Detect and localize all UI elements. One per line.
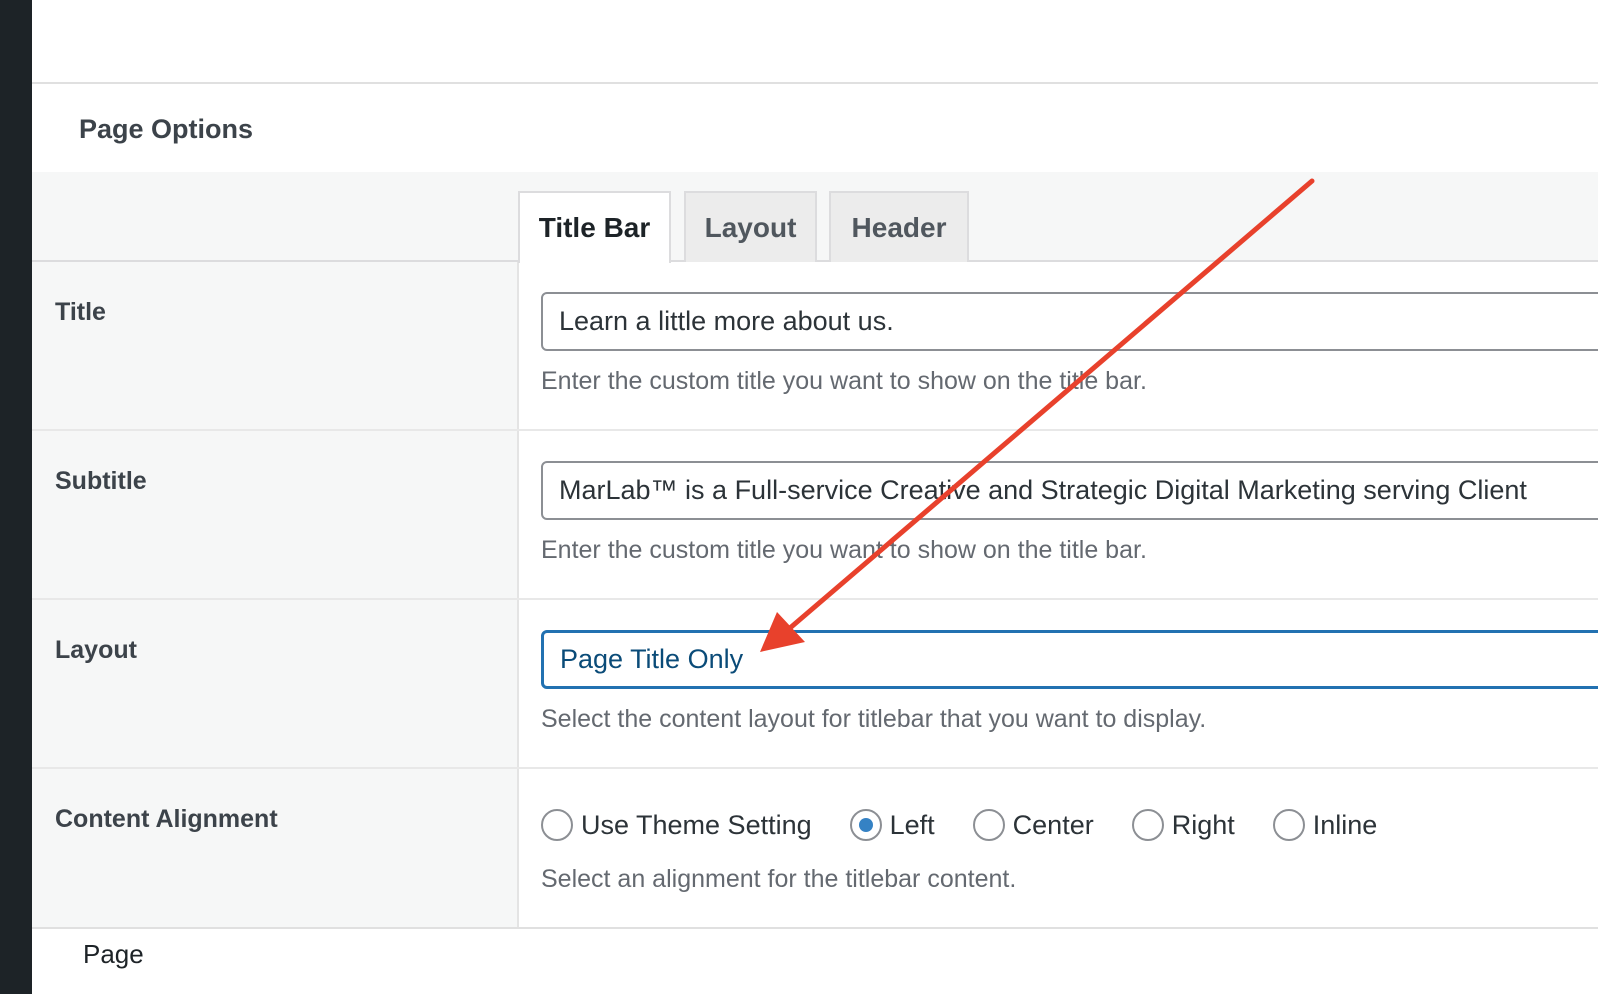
screen: Page Options Title Bar Layout Header Tit… xyxy=(0,0,1598,994)
title-description: Enter the custom title you want to show … xyxy=(541,367,1147,395)
row-label-column: Layout xyxy=(32,600,519,767)
radio-button-icon[interactable] xyxy=(972,809,1005,841)
row-field-column: Learn a little more about us. Enter the … xyxy=(519,262,1598,429)
title-label: Title xyxy=(55,298,106,326)
radio-label: Right xyxy=(1171,809,1235,840)
radio-button-icon[interactable] xyxy=(1131,809,1164,841)
admin-sidebar xyxy=(0,0,32,994)
alignment-description: Select an alignment for the titlebar con… xyxy=(541,865,1017,893)
row-content-alignment: Content Alignment Use Theme Setting Left… xyxy=(32,769,1598,927)
layout-description: Select the content layout for titlebar t… xyxy=(541,705,1207,733)
tab-header[interactable]: Header xyxy=(829,191,969,262)
tabs-row: Title Bar Layout Header xyxy=(32,172,1598,263)
subtitle-description: Enter the custom title you want to show … xyxy=(541,536,1147,564)
radio-label: Use Theme Setting xyxy=(581,809,812,840)
radio-label: Left xyxy=(889,809,935,840)
row-field-column: Page Title Only Select the content layou… xyxy=(519,600,1598,767)
content-alignment-label: Content Alignment xyxy=(55,805,278,833)
title-input[interactable]: Learn a little more about us. xyxy=(541,292,1598,351)
row-label-column: Subtitle xyxy=(32,431,519,598)
tab-title-bar[interactable]: Title Bar xyxy=(518,191,671,263)
radio-right[interactable]: Right xyxy=(1131,809,1235,841)
row-field-column: MarLab™ is a Full-service Creative and S… xyxy=(519,431,1598,598)
row-layout: Layout Page Title Only Select the conten… xyxy=(32,600,1598,769)
radio-button-icon[interactable] xyxy=(1272,809,1305,841)
panel-title: Page Options xyxy=(79,114,254,144)
row-label-column: Title xyxy=(32,262,519,429)
radio-label: Inline xyxy=(1312,809,1378,840)
alignment-radio-group: Use Theme Setting Left Center Right Inli… xyxy=(541,809,1415,841)
radio-center[interactable]: Center xyxy=(972,809,1094,841)
radio-button-checked-icon[interactable] xyxy=(849,809,882,841)
tab-layout[interactable]: Layout xyxy=(684,191,817,262)
radio-left[interactable]: Left xyxy=(849,809,935,841)
postbox-header[interactable]: Page Options xyxy=(32,86,1598,172)
layout-select[interactable]: Page Title Only xyxy=(541,630,1598,689)
row-label-column: Content Alignment xyxy=(32,769,519,927)
radio-button-icon[interactable] xyxy=(541,809,573,841)
footer-strip: Page xyxy=(32,927,1598,994)
subtitle-label: Subtitle xyxy=(55,467,147,495)
subtitle-input[interactable]: MarLab™ is a Full-service Creative and S… xyxy=(541,461,1598,520)
footer-page-label: Page xyxy=(83,939,144,969)
page-options-panel: Title Bar Layout Header Title Learn a li… xyxy=(32,172,1598,927)
layout-label: Layout xyxy=(55,636,137,664)
radio-use-theme-setting[interactable]: Use Theme Setting xyxy=(541,809,812,841)
radio-label: Center xyxy=(1012,809,1094,840)
row-title: Title Learn a little more about us. Ente… xyxy=(32,262,1598,431)
top-blank-area xyxy=(32,0,1598,84)
row-field-column: Use Theme Setting Left Center Right Inli… xyxy=(519,769,1598,927)
row-subtitle: Subtitle MarLab™ is a Full-service Creat… xyxy=(32,431,1598,600)
radio-inline[interactable]: Inline xyxy=(1272,809,1378,841)
